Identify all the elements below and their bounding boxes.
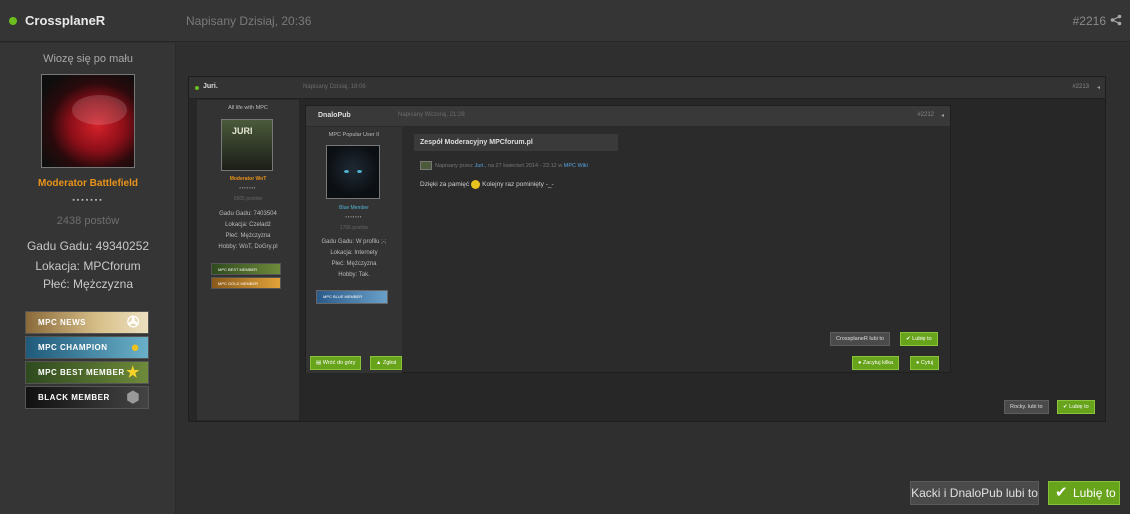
screenshot-author: Juri. bbox=[203, 83, 218, 90]
post-header: CrossplaneR Napisany Dzisiaj, 20:36 #221… bbox=[0, 0, 1130, 42]
online-status-icon bbox=[195, 86, 199, 90]
like-button: ✔ Lubię to bbox=[900, 332, 938, 346]
user-rank: Blue Member bbox=[339, 205, 369, 211]
checkmark-icon: ✔ bbox=[1055, 484, 1068, 501]
gender-field: Płeć: Mężczyzna bbox=[331, 261, 377, 267]
badge-label: MPC NEWS bbox=[38, 318, 86, 327]
hobby-field: Hobby: Tak. bbox=[338, 272, 370, 278]
quote-button: ● Cytuj bbox=[910, 356, 940, 370]
rank-pips: ▪▪▪▪▪▪▪ bbox=[72, 197, 104, 204]
forum-post: CrossplaneR Napisany Dzisiaj, 20:36 #221… bbox=[0, 0, 1130, 514]
badge-label: MPC CHAMPION bbox=[38, 343, 108, 352]
author-sidebar: Wiozę się po mału Moderator Battlefield … bbox=[0, 43, 176, 514]
location-field: Lokacja: Internety bbox=[330, 250, 378, 256]
quoted-post-header: DnaloPub Napisany Wczoraj, 21:28 #2212 ◂ bbox=[306, 106, 950, 126]
user-title: Wiozę się po mału bbox=[43, 53, 133, 65]
like-button[interactable]: ✔ Lubię to bbox=[1048, 481, 1120, 505]
post-date: Napisany Dzisiaj, 20:36 bbox=[186, 14, 312, 28]
quoted-post-date: Napisany Wczoraj, 21:28 bbox=[398, 112, 465, 118]
back-to-top-label: Wróć do góry bbox=[322, 360, 356, 366]
screenshot-post-header: Juri. Napisany Dzisiaj, 18:06 #2213 ◂ bbox=[189, 77, 1105, 99]
screenshot-author-sidebar: All life with MPC Moderator WoT ▪▪▪▪▪▪▪ … bbox=[197, 100, 299, 420]
medal-icon: ● bbox=[130, 339, 140, 356]
back-to-top-button: ▤ Wróć do góry bbox=[310, 356, 362, 370]
badge-label: MPC BEST MEMBER bbox=[218, 267, 258, 272]
badge-label: BLACK MEMBER bbox=[38, 393, 110, 402]
user-rank: Moderator Battlefield bbox=[37, 178, 138, 189]
post-number-link[interactable]: #2216 bbox=[1073, 14, 1106, 28]
gadu-gadu-field: Gadu Gadu: W profilu ;-; bbox=[321, 239, 387, 245]
badge-mpc-news: MPC NEWS ✇ bbox=[25, 311, 149, 334]
meta-date: na 27 kwiecień 2014 - 22:12 w bbox=[487, 162, 563, 169]
post-count: 1706 postów bbox=[339, 225, 369, 231]
multiquote-label: Zacytuj kilka bbox=[862, 360, 894, 366]
quoted-author-sidebar: MPC Popular User II Blue Member ▪▪▪▪▪▪▪ … bbox=[306, 127, 402, 373]
user-title: MPC Popular User II bbox=[328, 132, 380, 138]
rank-pips: ▪▪▪▪▪▪▪ bbox=[345, 214, 363, 219]
screenshot-post-date: Napisany Dzisiaj, 18:06 bbox=[303, 84, 366, 90]
avatar[interactable] bbox=[41, 74, 135, 168]
quoted-meta: Napisany przez Juri., na 27 kwiecień 201… bbox=[420, 161, 588, 170]
mini-avatar bbox=[420, 161, 432, 170]
location-field: Lokacja: Czeladź bbox=[225, 222, 271, 228]
like-label: Lubię to bbox=[912, 336, 932, 342]
meta-forum: MPC Wiki bbox=[563, 162, 588, 169]
badge-label: MPC GOLD MEMBER bbox=[218, 281, 259, 286]
location-field: Lokacja: MPCforum bbox=[35, 259, 141, 273]
smile-emoji-icon bbox=[471, 180, 481, 189]
like-label: Lubię to bbox=[1073, 486, 1116, 500]
share-icon: ◂ bbox=[1096, 85, 1100, 91]
gadu-gadu-field: Gadu Gadu: 49340252 bbox=[26, 239, 150, 253]
hobby-field: Hobby: WoT, DoGry.pl bbox=[218, 244, 278, 250]
quote-label: Cytuj bbox=[920, 360, 934, 366]
like-button: ✔ Lubię to bbox=[1057, 400, 1095, 414]
share-icon[interactable] bbox=[1110, 14, 1122, 26]
likes-button: CrossplaneR lubi to bbox=[830, 332, 890, 346]
online-status-icon bbox=[9, 17, 17, 25]
meta-prefix: Napisany przez bbox=[435, 162, 473, 169]
like-label: Lubię to bbox=[1069, 404, 1089, 410]
quoted-author: DnaloPub bbox=[318, 112, 351, 119]
quoted-post: DnaloPub Napisany Wczoraj, 21:28 #2212 ◂… bbox=[305, 105, 951, 373]
author-name-link[interactable]: CrossplaneR bbox=[25, 13, 105, 28]
user-rank: Moderator WoT bbox=[229, 176, 267, 182]
quoted-message: Dzięki za pamięć Kolejny raz pominięty -_… bbox=[420, 180, 554, 189]
screenshot-post-number: #2213 bbox=[1072, 84, 1089, 90]
badge-mpc-gold-member: MPC GOLD MEMBER bbox=[211, 277, 281, 289]
satellite-icon: ✇ bbox=[126, 314, 140, 331]
post-count: 2438 postów bbox=[56, 215, 120, 227]
gadu-gadu-field: Gadu Gadu: 7403504 bbox=[219, 211, 277, 217]
badge-black-member: BLACK MEMBER ⬢ bbox=[25, 386, 149, 409]
share-icon: ◂ bbox=[940, 113, 944, 119]
gender-field: Płeć: Mężczyzna bbox=[225, 233, 271, 239]
star-icon: ★ bbox=[126, 364, 140, 381]
badge-mpc-blue-member: MPC BLUE MEMBER bbox=[316, 290, 388, 304]
likes-button: Rocky. lubi to bbox=[1004, 400, 1049, 414]
embedded-screenshot: Juri. Napisany Dzisiaj, 18:06 #2213 ◂ Al… bbox=[188, 76, 1106, 422]
quoted-topic-title: Zespół Moderacyjny MPCforum.pl bbox=[414, 134, 618, 151]
rank-pips: ▪▪▪▪▪▪▪ bbox=[239, 185, 257, 190]
badge-mpc-champion: MPC CHAMPION ● bbox=[25, 336, 149, 359]
user-title: All life with MPC bbox=[228, 105, 268, 111]
badge-label: MPC BEST MEMBER bbox=[38, 368, 125, 377]
meta-author: Juri. bbox=[474, 162, 485, 169]
avatar bbox=[221, 119, 273, 171]
message-text-before: Dzięki za pamięć bbox=[420, 181, 470, 189]
multiquote-button: ● Zacytuj kilka bbox=[852, 356, 900, 370]
quoted-post-number: #2212 bbox=[917, 112, 934, 118]
post-count: 5505 postów bbox=[233, 196, 263, 202]
likes-list-button[interactable]: Kacki i DnaloPub lubi to bbox=[910, 481, 1039, 505]
report-button: ▲ Zgłoś bbox=[370, 356, 403, 370]
badge-mpc-best-member: MPC BEST MEMBER ★ bbox=[25, 361, 149, 384]
shield-icon: ⬢ bbox=[126, 389, 140, 406]
avatar bbox=[326, 145, 380, 199]
badge-label: MPC BLUE MEMBER bbox=[323, 294, 363, 299]
badge-mpc-best-member: MPC BEST MEMBER bbox=[211, 263, 281, 275]
message-text-after: Kolejny raz pominięty -_- bbox=[482, 181, 554, 189]
gender-field: Płeć: Mężczyzna bbox=[42, 277, 134, 291]
report-label: Zgłoś bbox=[382, 360, 397, 366]
